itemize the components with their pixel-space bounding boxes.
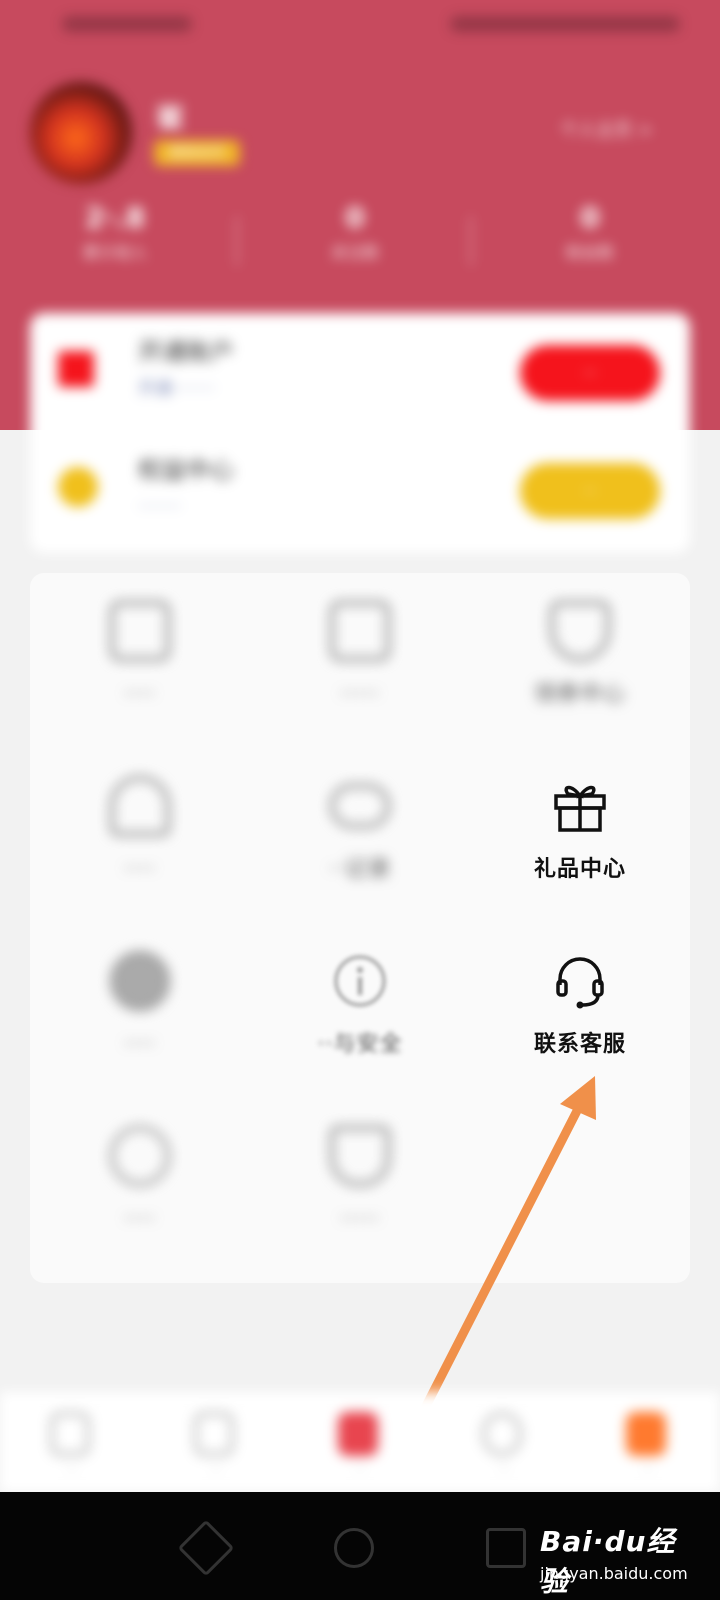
tab-label: ·· (499, 1462, 509, 1478)
menu-label: ··与安全 (317, 1032, 403, 1057)
menu-label: ···· (124, 1207, 156, 1232)
settings-icon (110, 951, 170, 1011)
profile-icon (626, 1412, 666, 1456)
tab-home[interactable]: ·· (0, 1406, 144, 1486)
info-icon (334, 955, 386, 1007)
stat-income[interactable]: 2·.8 累计收入 (15, 198, 215, 268)
status-icons (450, 16, 680, 32)
avatar[interactable] (30, 82, 132, 184)
home-icon (50, 1412, 90, 1456)
menu-label: ···· (124, 682, 156, 707)
promo-subtitle: ········ (138, 497, 182, 517)
stat-following[interactable]: 0 关注数 (255, 198, 455, 268)
profile-link[interactable]: 个人主页 > (560, 116, 680, 142)
tab-label: ·· (211, 1462, 221, 1478)
stat-label: 粉丝数 (565, 243, 614, 262)
stat-value: 0 (580, 201, 600, 234)
promo-card: 开通账户 开通········ ·· 权益中心 ········ ·· (30, 313, 690, 553)
search-icon (110, 1126, 170, 1186)
account-icon (58, 351, 94, 387)
stat-label: 关注数 (330, 243, 379, 262)
back-icon[interactable] (177, 1519, 235, 1577)
promo-open-account[interactable]: 开通账户 开通········ ·· (30, 313, 690, 431)
menu-item-coupon-center[interactable]: 领券中心 (470, 573, 690, 748)
tab-label: ·· (67, 1462, 77, 1478)
menu-label: 礼品中心 (533, 857, 626, 882)
tab-profile[interactable]: ·· (576, 1406, 720, 1486)
message-icon (482, 1412, 522, 1456)
tab-list[interactable]: ·· (144, 1406, 288, 1486)
username: 崔 (156, 101, 185, 134)
menu-label: ···· (124, 857, 156, 882)
status-time (62, 16, 192, 32)
promo-title: 权益中心 (138, 456, 234, 484)
featured-icon (338, 1412, 378, 1456)
menu-item-contact-support[interactable]: 联系客服 (470, 923, 690, 1098)
divider (470, 216, 472, 266)
menu-item-privacy-security[interactable]: ··与安全 (250, 923, 470, 1098)
menu-item-records[interactable]: ··记录 (250, 748, 470, 923)
tab-featured[interactable]: ·· (288, 1406, 432, 1486)
tab-message[interactable]: ·· (432, 1406, 576, 1486)
stat-fans[interactable]: 0 粉丝数 (490, 198, 690, 268)
stat-label: 累计收入 (82, 243, 147, 262)
bell-icon (110, 776, 170, 836)
menu-item-notifications[interactable]: ···· (30, 748, 250, 923)
tab-label: ·· (355, 1462, 365, 1478)
menu-label: ····· (340, 682, 380, 707)
watermark-url: jingyan.baidu.com (540, 1564, 688, 1583)
edit-icon (110, 601, 170, 661)
cloud-icon (330, 784, 390, 828)
menu-label: ···· (124, 1032, 156, 1057)
list-icon (194, 1412, 234, 1456)
promo-subtitle: 开通········ (138, 379, 216, 399)
vip-badge: 超级会员 (154, 140, 240, 166)
watermark-brand: Bai·du经验 (540, 1525, 676, 1598)
home-button-icon[interactable] (334, 1528, 374, 1568)
promo-button[interactable]: ·· (520, 345, 660, 401)
book-icon (330, 601, 390, 661)
menu-label: ··记录 (329, 857, 391, 882)
coupon-icon (550, 601, 610, 661)
menu-label: 领券中心 (533, 682, 626, 707)
menu-label: ····· (340, 1207, 380, 1232)
benefits-icon (58, 467, 98, 507)
stats-row: 2·.8 累计收入 0 关注数 0 粉丝数 (0, 198, 720, 288)
menu-item-search[interactable]: ···· (30, 1098, 250, 1273)
menu-grid: ···· ····· 领券中心 ···· ··记录 礼品中心 ···· ··与安… (30, 573, 690, 1283)
menu-label: 联系客服 (533, 1032, 626, 1057)
tab-label: ·· (643, 1462, 653, 1478)
menu-item-gift-center[interactable]: 礼品中心 (470, 748, 690, 923)
stat-value: 2·.8 (84, 201, 146, 234)
promo-benefits[interactable]: 权益中心 ········ ·· (30, 431, 690, 549)
menu-item-settings[interactable]: ···· (30, 923, 250, 1098)
promo-button[interactable]: ·· (520, 463, 660, 519)
shield-icon (330, 1126, 390, 1186)
divider (236, 216, 238, 266)
status-bar (0, 0, 720, 50)
headset-icon (556, 957, 604, 1009)
baidu-watermark: Bai·du经验 jingyan.baidu.com (540, 1500, 688, 1598)
promo-title: 开通账户 (138, 338, 234, 366)
menu-item-book[interactable]: ····· (250, 573, 470, 748)
menu-item-shield[interactable]: ····· (250, 1098, 470, 1273)
menu-item-edit[interactable]: ···· (30, 573, 250, 748)
bottom-nav: ·· ·· ·· ·· ·· (0, 1392, 720, 1492)
recents-icon[interactable] (486, 1528, 526, 1568)
gift-icon (554, 785, 606, 832)
stat-value: 0 (345, 201, 365, 234)
